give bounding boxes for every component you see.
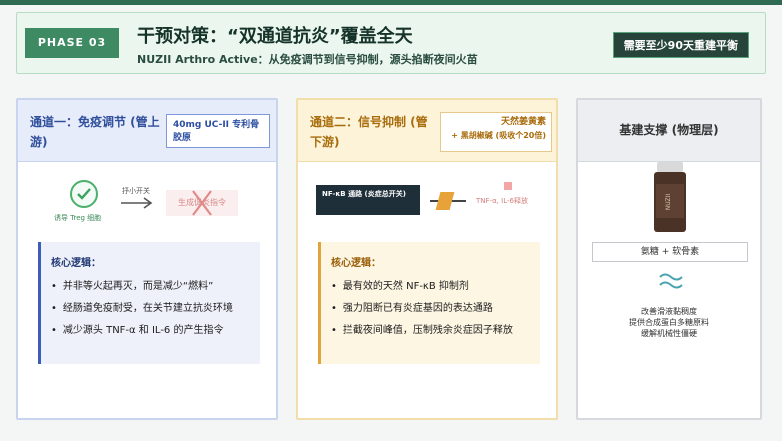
cytokine-square-icon [504,182,512,190]
wave-icon [659,273,683,289]
arrow-label: 抒小开关 [122,187,150,195]
arrow-right-icon [121,197,153,209]
channel-two-logic-box: 核心逻辑： 最有效的天然 NF-κB 抑制剂 强力阻断已有炎症基因的表达通路 拦… [318,242,540,364]
curcumin-ingredient-tag: 天然姜黄素 + 黑胡椒碱 (吸收个20倍) [440,112,552,152]
logic-item: 减少源头 TNF-α 和 IL-6 的产生指令 [51,320,250,342]
check-icon [70,180,98,208]
supplement-bottle-icon: NUZII [654,162,686,232]
channel-one-header: 通道一：免疫调节 (管上游) 40mg UC-II 专利骨胶原 [18,100,276,162]
infrastructure-panel: 基建支撑 (物理层) NUZII 氨糖 + 软骨素 改善滑液黏稠度 提供合成蛋白… [576,98,762,420]
blocker-icon [435,192,455,210]
curcumin-tag-line2: + 黑胡椒碱 (吸收个20倍) [451,131,546,140]
logic-title: 核心逻辑： [51,258,101,269]
page-title: 干预对策：“双通道抗炎”覆盖全天 [137,26,413,47]
channel-one-logic-box: 核心逻辑： 并非等火起再灭，而是减少“燃料” 经肠道免疫耐受，在关节建立抗炎环境… [38,242,260,364]
channel-two-header: 通道二：信号抑制 (管下游) 天然姜黄素 + 黑胡椒碱 (吸收个20倍) [298,100,556,162]
phase-badge: PHASE 03 [25,28,119,58]
duration-badge: 需要至少90天重建平衡 [612,32,749,58]
channel-two-panel: 通道二：信号抑制 (管下游) 天然姜黄素 + 黑胡椒碱 (吸收个20倍) NF-… [296,98,558,420]
channel-one-panel: 通道一：免疫调节 (管上游) 40mg UC-II 专利骨胶原 诱导 Treg … [16,98,278,420]
nfkb-pathway-box: NF-κB 通路 (炎症总开关) [316,185,420,215]
supplement-label: 氨糖 + 软骨素 [592,242,748,262]
logic-item: 并非等火起再灭，而是减少“燃料” [51,276,250,298]
channel-two-title: 通道二：信号抑制 (管下游) [310,115,428,149]
top-accent-bar [0,0,782,5]
bottle-brand-text: NUZII [665,194,672,211]
desc-line: 改善滑液黏稠度 [641,307,697,316]
infrastructure-description: 改善滑液黏稠度 提供合成蛋白多糖原料 缓解机械性僵硬 [578,306,760,339]
page-subtitle: NUZII Arthro Active：从免疫调节到信号抑制，源头掐断夜间火苗 [137,53,478,66]
channel-one-title: 通道一：免疫调节 (管上游) [30,115,160,149]
desc-line: 提供合成蛋白多糖原料 [629,318,709,327]
desc-line: 缓解机械性僵硬 [641,329,697,338]
infrastructure-title: 基建支撑 (物理层) [619,123,719,137]
curcumin-tag-line1: 天然姜黄素 [500,117,546,127]
header-banner: PHASE 03 干预对策：“双通道抗炎”覆盖全天 NUZII Arthro A… [16,12,766,74]
uc2-ingredient-tag: 40mg UC-II 专利骨胶原 [166,114,270,148]
treg-label: 诱导 Treg 细胞 [54,214,102,222]
cross-icon [192,190,212,216]
logic-item: 最有效的天然 NF-κB 抑制剂 [331,276,530,298]
logic-title: 核心逻辑： [331,258,381,269]
logic-item: 拦截夜间峰值，压制残余炎症因子释放 [331,320,530,342]
logic-item: 强力阻断已有炎症基因的表达通路 [331,298,530,320]
infrastructure-header: 基建支撑 (物理层) [578,100,760,162]
inflammation-command-box: 生成促炎指令 [166,190,238,216]
cytokine-release-label: TNF-α, IL-6释放 [476,197,528,205]
logic-item: 经肠道免疫耐受，在关节建立抗炎环境 [51,298,250,320]
